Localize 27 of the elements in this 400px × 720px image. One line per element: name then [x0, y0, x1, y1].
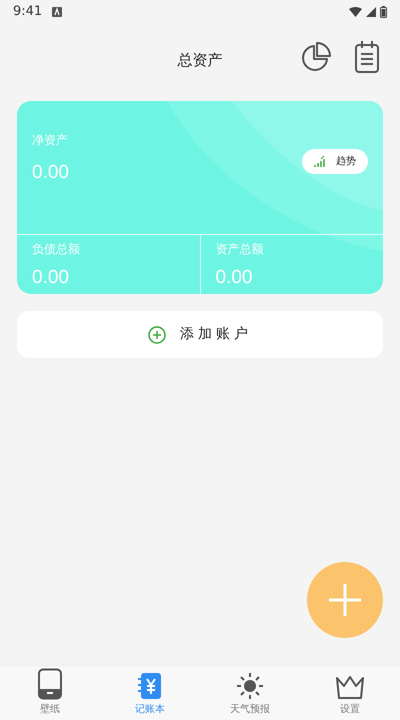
page-title: 总资产	[178, 50, 222, 71]
total-label: 负债总额	[32, 241, 81, 258]
total-label: 资产总额	[216, 241, 264, 258]
pie-chart-icon[interactable]	[300, 41, 332, 73]
sun-icon	[236, 672, 264, 700]
signal-icon	[366, 7, 376, 17]
total-value: 0.00	[216, 266, 254, 290]
rising-bars-icon	[314, 156, 326, 168]
wifi-icon	[349, 7, 362, 17]
net-assets-label: 净资产	[32, 132, 69, 149]
notepad-icon[interactable]	[354, 40, 380, 74]
notification-icon	[52, 7, 62, 17]
nav-tab[interactable]: 记账本	[100, 666, 200, 720]
crown-icon	[335, 674, 365, 700]
plus-circle-icon	[148, 326, 166, 344]
yen-notebook-icon	[137, 672, 163, 700]
nav-tab[interactable]: 壁纸	[0, 666, 100, 720]
nav-tab[interactable]: 设置	[300, 666, 400, 720]
nav-tab[interactable]: 天气预报	[200, 666, 300, 720]
tablet-icon	[37, 668, 63, 700]
add-account-button[interactable]: 添加账户	[17, 311, 383, 358]
battery-icon	[380, 6, 387, 18]
net-assets-value: 0.00	[32, 161, 69, 185]
total-value: 0.00	[32, 266, 70, 290]
status-time: 9:41	[13, 3, 42, 22]
trend-button[interactable]: 趋势	[302, 149, 368, 174]
plus-icon	[328, 583, 362, 617]
